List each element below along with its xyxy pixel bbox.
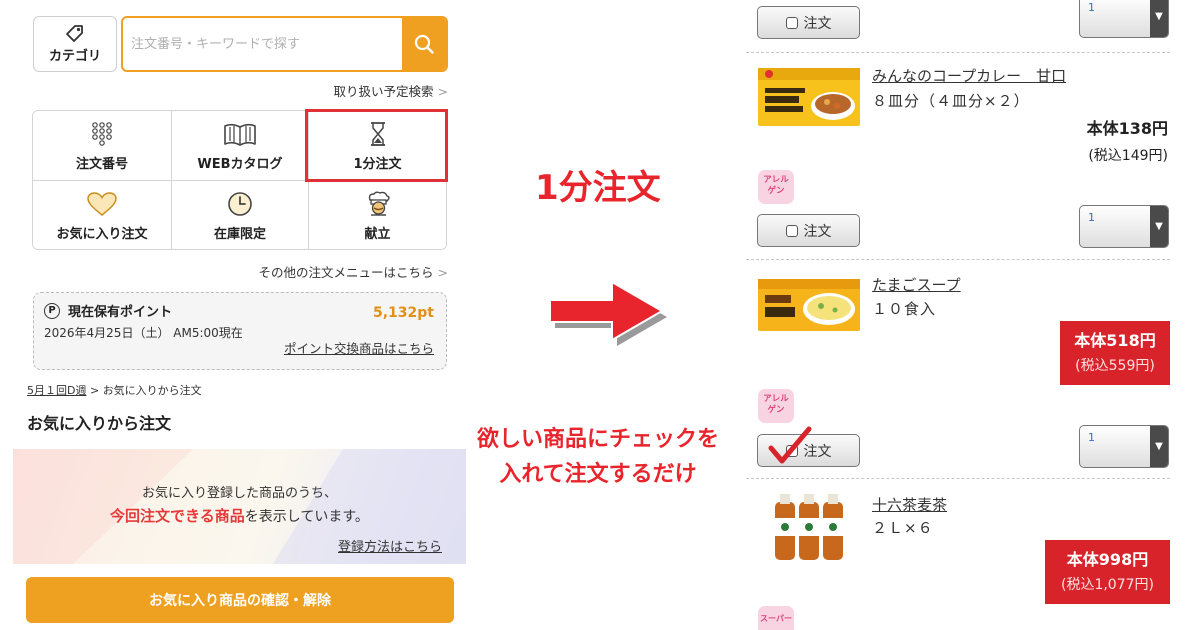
row-divider — [746, 52, 1170, 53]
breadcrumb-week-link[interactable]: 5月１回D週 — [27, 384, 86, 397]
tag-icon — [66, 25, 83, 42]
clock-icon — [228, 192, 252, 216]
quantity-select[interactable]: 1 ▼ — [1079, 425, 1169, 468]
one-minute-order-headline: 1分注文 — [535, 168, 661, 208]
point-exchange-link[interactable]: ポイント交換商品はこちら — [284, 338, 434, 357]
page-title: お気に入りから注文 — [27, 414, 172, 433]
other-menu-link[interactable]: その他の注文メニューはこちら > — [259, 262, 449, 281]
order-checkbox-button[interactable]: 注文 — [757, 6, 860, 39]
allergen-badge: アレル ゲン — [758, 170, 794, 204]
chevron-down-icon: ▼ — [1150, 426, 1168, 467]
favorites-banner: お気に入り登録した商品のうち、 今回注文できる商品を表示しています。 登録方法は… — [13, 449, 466, 564]
keypad-icon — [92, 122, 112, 146]
product-size: ２Ｌ×６ — [872, 519, 934, 537]
breadcrumb-separator: > — [89, 384, 100, 397]
scheduled-search-link[interactable]: 取り扱い予定検索 > — [334, 81, 449, 100]
heart-icon — [87, 192, 117, 216]
points-box: P 現在保有ポイント 5,132pt 2026年4月25日（土） AM5:00現… — [33, 292, 447, 370]
search-button[interactable] — [402, 18, 446, 70]
super-badge: スーパー — [758, 606, 794, 630]
search-box — [121, 16, 448, 72]
product-image-egg-soup — [758, 279, 860, 331]
product-image-barley-tea — [775, 494, 843, 560]
quantity-select[interactable]: 1 ▼ — [1079, 205, 1169, 248]
product-name-link[interactable]: たまごスープ — [872, 274, 961, 295]
breadcrumb: 5月１回D週 > お気に入りから注文 — [27, 382, 202, 398]
favorites-confirm-button[interactable]: お気に入り商品の確認・解除 — [26, 577, 454, 623]
quantity-select[interactable]: 1 ▼ — [1079, 0, 1169, 38]
point-icon: P — [44, 302, 60, 319]
product-image-curry — [758, 68, 860, 126]
chevron-down-icon: ▼ — [1150, 0, 1168, 37]
one-minute-order-highlight — [305, 109, 448, 182]
product-name-link[interactable]: みんなのコープカレー 甘口 — [872, 65, 1066, 86]
checkbox-icon — [785, 16, 798, 29]
points-value: 5,132pt — [373, 305, 434, 321]
chevron-right-icon: > — [437, 84, 448, 99]
product-size: ８皿分（４皿分×２） — [872, 92, 1030, 110]
category-label: カテゴリ — [48, 49, 101, 64]
chevron-down-icon: ▼ — [1150, 206, 1168, 247]
product-price: 本体138円 (税込149円) — [1086, 119, 1168, 164]
checkbox-icon — [785, 224, 798, 237]
search-input[interactable] — [123, 18, 403, 70]
checkmark-icon — [768, 426, 812, 464]
menu-item-order-number[interactable]: 注文番号 — [33, 111, 172, 181]
banner-line2: 今回注文できる商品を表示しています。 — [110, 507, 369, 525]
book-icon — [224, 123, 256, 146]
points-title: 現在保有ポイント — [68, 305, 173, 320]
chevron-right-icon: > — [437, 265, 448, 280]
product-price: 本体998円 (税込1,077円) — [1045, 540, 1170, 604]
search-icon — [414, 34, 434, 54]
product-name-link[interactable]: 十六茶麦茶 — [872, 494, 947, 515]
menu-item-web-catalog[interactable]: WEBカタログ — [172, 111, 309, 181]
breadcrumb-current: お気に入りから注文 — [102, 384, 202, 397]
order-checkbox-button[interactable]: 注文 — [757, 214, 860, 247]
category-button[interactable]: カテゴリ — [33, 16, 117, 72]
row-divider — [746, 478, 1170, 479]
banner-line1: お気に入り登録した商品のうち、 — [141, 486, 337, 501]
menu-item-menu-plan[interactable]: 献立 — [309, 181, 446, 249]
chef-icon — [368, 191, 390, 216]
arrow-right-icon — [549, 280, 667, 346]
menu-item-stock-limited[interactable]: 在庫限定 — [172, 181, 309, 249]
product-size: １０食入 — [872, 300, 937, 318]
allergen-badge: アレル ゲン — [758, 389, 794, 423]
instruction-note: 欲しい商品にチェックを 入れて注文するだけ — [476, 427, 719, 487]
row-divider — [746, 259, 1170, 260]
menu-item-favorite-order[interactable]: お気に入り注文 — [33, 181, 172, 249]
register-method-link[interactable]: 登録方法はこちら — [338, 536, 442, 555]
product-price: 本体518円 (税込559円) — [1060, 321, 1170, 385]
